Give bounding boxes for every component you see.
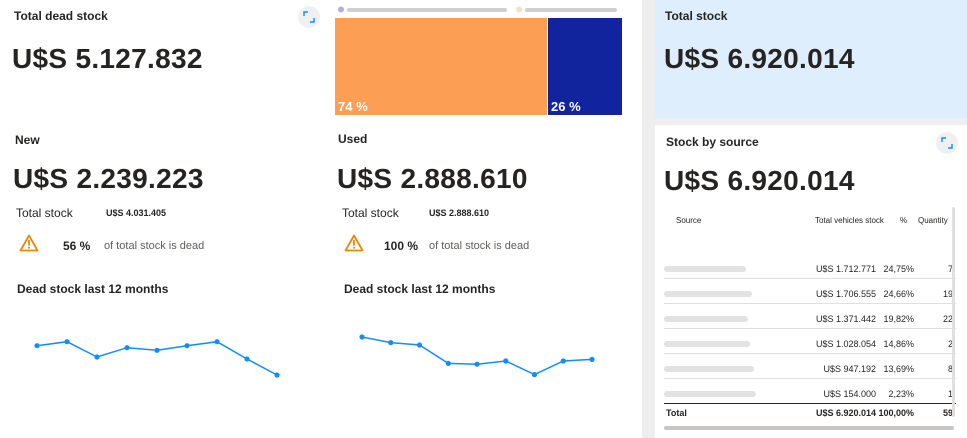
used-value: U$S 2.888.610 [337,163,528,194]
data-point[interactable] [154,347,160,353]
row-percent: 24,66% [883,289,914,299]
new-dead-stock-line-chart [34,339,280,378]
row-percent: 14,86% [883,339,914,349]
redacted-source-name [664,391,756,397]
data-point[interactable] [184,343,190,349]
new-dead-percent: 56 % [63,239,91,253]
expand-button[interactable] [298,6,320,28]
row-total: U$S 154.000 [823,389,876,399]
data-point[interactable] [388,340,394,346]
warning-icon [344,234,364,252]
total-percent: 100,00% [878,408,914,418]
column-header-quantity[interactable]: Quantity [918,216,948,225]
used-total-stock-label: Total stock [342,206,399,220]
table-row[interactable]: U$S 1.706.555 24,66% 19 [664,283,956,304]
data-point[interactable] [589,356,595,362]
new-chart-title: Dead stock last 12 months [17,282,169,296]
used-title: Used [338,132,368,146]
column-header-source[interactable]: Source [676,216,701,225]
row-total: U$S 1.712.771 [815,264,876,274]
used-dead-stock-line-chart [359,334,595,378]
column-header-percent[interactable]: % [900,216,907,225]
used-chart-title: Dead stock last 12 months [344,282,496,296]
horizontal-scrollbar[interactable] [664,426,954,430]
table-row[interactable]: U$S 1.028.054 14,86% 2 [664,333,956,354]
treemap-new-block[interactable]: 74 % [335,18,547,115]
used-dead-note: of total stock is dead [429,240,530,252]
total-stock-card: Total stock U$S 6.920.014 [655,0,967,118]
new-total-stock-label: Total stock [16,206,73,220]
warning-icon [19,234,39,252]
treemap-new-label: 74 % [338,99,368,114]
data-point[interactable] [244,356,250,362]
stock-by-source-value: U$S 6.920.014 [664,165,855,196]
expand-icon [303,11,315,23]
row-total: U$S 1.028.054 [815,339,876,349]
stock-by-source-title: Stock by source [666,135,759,149]
data-point[interactable] [94,354,100,360]
expand-icon [941,137,953,149]
total-stock-value: U$S 6.920.014 [664,43,855,74]
data-point[interactable] [503,358,509,364]
series-line [361,336,593,376]
series-line [36,340,278,376]
row-percent: 2,23% [888,389,914,399]
row-total: U$S 1.706.555 [815,289,876,299]
data-point[interactable] [474,361,480,367]
data-point[interactable] [124,345,130,351]
redacted-source-name [664,266,746,272]
vertical-scrollbar[interactable] [952,207,955,417]
table-row[interactable]: U$S 1.712.771 24,75% 7 [664,258,956,279]
redacted-source-name [664,341,750,347]
table-row[interactable]: U$S 1.371.442 19,82% 22 [664,308,956,329]
total-stock-title: Total stock [665,9,728,23]
row-total: U$S 1.371.442 [815,314,876,324]
redacted-source-name [664,291,752,297]
column-header-total[interactable]: Total vehicles stock [815,216,884,225]
data-point[interactable] [214,339,220,345]
treemap-legend [337,5,622,14]
data-point[interactable] [531,372,538,378]
data-point[interactable] [274,372,280,378]
new-card: New U$S 2.239.223 Total stock U$S 4.031.… [0,125,330,438]
used-card: Used U$S 2.888.610 Total stock U$S 2.888… [330,125,642,438]
total-dead-stock-card: Total dead stock U$S 5.127.832 [0,0,330,125]
row-total: U$S 947.192 [823,364,876,374]
data-point[interactable] [34,343,40,349]
data-point[interactable] [445,360,451,366]
row-percent: 13,69% [883,364,914,374]
treemap-used-block[interactable]: 26 % [548,18,622,115]
new-total-stock-value: U$S 4.031.405 [106,208,167,218]
new-value: U$S 2.239.223 [13,163,204,194]
total-value: U$S 6.920.014 [815,408,876,418]
treemap-used-label: 26 % [551,99,581,114]
row-percent: 24,75% [883,264,914,274]
total-dead-stock-value: U$S 5.127.832 [12,43,203,74]
table-total-row: Total U$S 6.920.014 100,00% 59 [664,403,956,421]
used-total-stock-value: U$S 2.888.610 [429,208,490,218]
table-row[interactable]: U$S 947.192 13,69% 8 [664,358,956,379]
used-dead-percent: 100 % [384,239,419,253]
data-point[interactable] [64,339,70,345]
data-point[interactable] [416,342,423,348]
expand-button[interactable] [936,132,958,154]
redacted-source-name [664,316,748,322]
data-point[interactable] [359,334,365,340]
redacted-source-name [664,366,754,372]
new-dead-note: of total stock is dead [104,240,205,252]
table-row[interactable]: U$S 154.000 2,23% 1 [664,383,956,404]
stock-by-source-table: Source Total vehicles stock % Quantity U… [664,207,956,429]
total-label: Total [666,408,687,418]
total-dead-stock-title: Total dead stock [14,9,108,23]
new-title: New [15,133,40,147]
data-point[interactable] [560,358,566,364]
row-percent: 19,82% [883,314,914,324]
